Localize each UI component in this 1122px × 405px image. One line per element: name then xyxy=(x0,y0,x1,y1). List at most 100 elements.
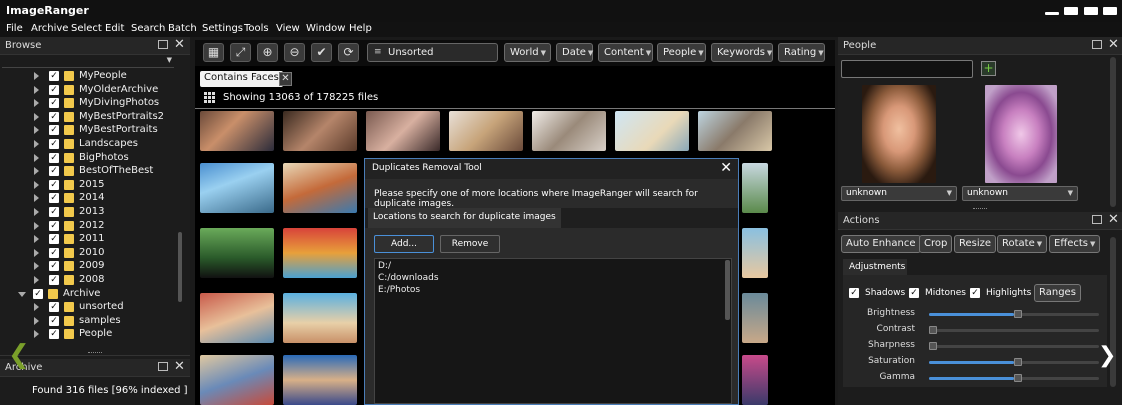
folder-checkbox[interactable]: ✓ xyxy=(49,111,59,122)
previous-arrow-icon[interactable]: ❮ xyxy=(8,340,30,370)
thumbnail[interactable] xyxy=(200,111,274,151)
folder-checkbox[interactable]: ✓ xyxy=(49,98,59,109)
thumbnail[interactable] xyxy=(200,355,274,405)
tree-item[interactable]: ✓ MyPeople xyxy=(0,70,180,83)
expand-down-icon[interactable] xyxy=(18,291,26,297)
tree-item[interactable]: ✓ 2015 xyxy=(0,179,180,192)
checkmark-icon[interactable]: ✔ xyxy=(311,43,332,62)
tree-item[interactable]: ✓ 2010 xyxy=(0,247,180,260)
slider-track[interactable] xyxy=(929,329,1099,332)
thumbnail[interactable] xyxy=(742,228,768,278)
tree-item[interactable]: ✓ MyBestPortraits xyxy=(0,124,180,137)
expand-right-icon[interactable] xyxy=(34,235,39,244)
thumbnail[interactable] xyxy=(742,293,768,343)
thumbnail[interactable] xyxy=(283,163,357,213)
add-location-button[interactable]: Add... xyxy=(374,235,434,253)
expand-right-icon[interactable] xyxy=(34,303,39,312)
folder-checkbox[interactable]: ✓ xyxy=(49,84,59,95)
folder-checkbox[interactable]: ✓ xyxy=(49,261,59,272)
tree-item[interactable]: ✓ 2014 xyxy=(0,192,180,205)
thumbnail[interactable] xyxy=(200,293,274,343)
tree-item[interactable]: ✓ BigPhotos xyxy=(0,152,180,165)
sort-dropdown[interactable]: ≡ Unsorted xyxy=(367,43,498,62)
thumbnail[interactable] xyxy=(532,111,606,151)
thumbnail[interactable] xyxy=(615,111,689,151)
menu-tools[interactable]: Tools xyxy=(244,23,269,34)
folder-checkbox[interactable]: ✓ xyxy=(49,166,59,177)
folder-checkbox[interactable]: ✓ xyxy=(49,179,59,190)
slider-handle[interactable] xyxy=(929,326,937,334)
expand-right-icon[interactable] xyxy=(34,72,39,80)
tree-item[interactable]: ✓ samples xyxy=(0,315,180,328)
slider-handle[interactable] xyxy=(1014,310,1022,318)
expand-right-icon[interactable] xyxy=(34,262,39,271)
expand-right-icon[interactable] xyxy=(34,316,39,325)
ranges-button[interactable]: Ranges xyxy=(1034,284,1081,302)
thumbnail[interactable] xyxy=(283,293,357,343)
tree-item[interactable]: ✓ unsorted xyxy=(0,301,180,314)
next-arrow-icon[interactable]: ❯ xyxy=(1098,343,1116,368)
close-panel-icon[interactable]: ✕ xyxy=(1108,212,1119,227)
face-name-select[interactable]: unknown ▼ xyxy=(962,186,1078,201)
close-panel-icon[interactable]: ✕ xyxy=(174,359,185,374)
thumbnail[interactable] xyxy=(283,355,357,405)
folder-checkbox[interactable]: ✓ xyxy=(49,71,59,81)
tree-item[interactable]: ✓ 2011 xyxy=(0,233,180,246)
list-item[interactable]: E:/Photos xyxy=(378,285,420,295)
tree-item[interactable]: ✓ 2012 xyxy=(0,220,180,233)
folder-checkbox[interactable]: ✓ xyxy=(49,275,59,285)
close-icon[interactable]: ✕ xyxy=(720,160,732,176)
minimize-button[interactable] xyxy=(1045,12,1059,15)
tree-item[interactable]: ✓ BestOfTheBest xyxy=(0,165,180,178)
shadows-checkbox[interactable]: ✓ xyxy=(849,288,859,298)
expand-right-icon[interactable] xyxy=(34,276,39,284)
refresh-icon[interactable]: ⟳ xyxy=(338,43,359,62)
restore-button[interactable] xyxy=(1064,7,1078,15)
resize-handle[interactable] xyxy=(88,352,102,354)
folder-checkbox[interactable]: ✓ xyxy=(49,247,59,258)
tree-item[interactable]: ✓ Landscapes xyxy=(0,138,180,151)
close-panel-icon[interactable]: ✕ xyxy=(174,37,185,52)
expand-right-icon[interactable] xyxy=(34,167,39,176)
remove-location-button[interactable]: Remove xyxy=(440,235,500,253)
auto-enhance-button[interactable]: Auto Enhance xyxy=(841,235,921,253)
fit-screen-icon[interactable]: ⤢ xyxy=(230,43,251,62)
locations-list[interactable]: D:/ C:/downloads E:/Photos xyxy=(374,258,732,404)
expand-right-icon[interactable] xyxy=(34,153,39,162)
face-thumbnail[interactable] xyxy=(862,85,936,183)
face-name-select[interactable]: unknown ▼ xyxy=(841,186,957,201)
expand-right-icon[interactable] xyxy=(34,85,39,94)
slider-track[interactable] xyxy=(929,345,1099,348)
menu-edit[interactable]: Edit xyxy=(105,23,124,34)
tree-item[interactable]: ✓ MyOlderArchive xyxy=(0,84,180,97)
browse-filter-dropdown[interactable]: ▼ xyxy=(2,56,174,68)
folder-checkbox[interactable]: ✓ xyxy=(49,315,59,326)
active-filter-tag[interactable]: Contains Faces xyxy=(200,71,283,87)
tree-item[interactable]: ✓ 2009 xyxy=(0,260,180,273)
expand-right-icon[interactable] xyxy=(34,221,39,230)
menu-archive[interactable]: Archive xyxy=(31,23,68,34)
menu-search[interactable]: Search xyxy=(131,23,165,34)
expand-right-icon[interactable] xyxy=(34,208,39,216)
add-person-button[interactable]: + xyxy=(981,61,996,76)
thumbnail[interactable] xyxy=(698,111,772,151)
filter-content-button[interactable]: Content ▼ xyxy=(598,43,653,62)
slider-handle[interactable] xyxy=(929,342,937,350)
list-item[interactable]: D:/ xyxy=(378,261,391,271)
slider-handle[interactable] xyxy=(1014,374,1022,382)
grid-view-icon[interactable]: ▦ xyxy=(203,43,224,62)
thumbnail[interactable] xyxy=(742,355,768,405)
folder-checkbox[interactable]: ✓ xyxy=(49,152,59,163)
menu-settings[interactable]: Settings xyxy=(202,23,243,34)
menu-select[interactable]: Select xyxy=(71,23,102,34)
folder-checkbox[interactable]: ✓ xyxy=(49,125,59,136)
expand-right-icon[interactable] xyxy=(34,140,39,148)
expand-right-icon[interactable] xyxy=(34,194,39,203)
filter-date-button[interactable]: Date ▼ xyxy=(556,43,593,62)
thumbnail[interactable] xyxy=(200,163,274,213)
folder-checkbox[interactable]: ✓ xyxy=(49,139,59,149)
tree-item[interactable]: ✓ 2013 xyxy=(0,206,180,219)
folder-checkbox[interactable]: ✓ xyxy=(49,329,59,340)
zoom-out-icon[interactable]: ⊖ xyxy=(284,43,305,62)
filter-rating-button[interactable]: Rating ▼ xyxy=(778,43,825,62)
